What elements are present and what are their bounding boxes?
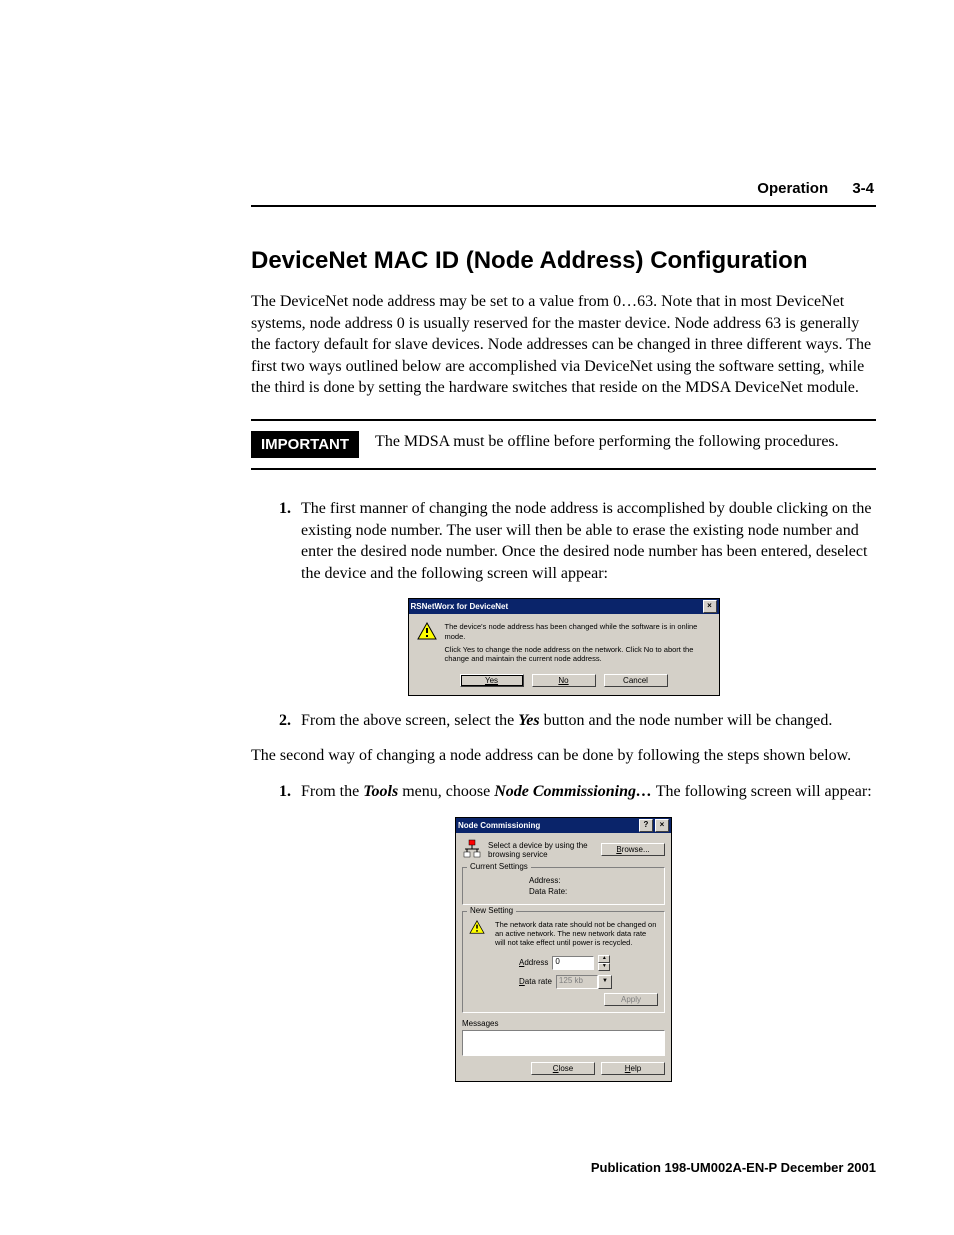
step-b1: From the Tools menu, choose Node Commiss…: [295, 781, 876, 803]
node-commissioning-dialog: Node Commissioning ? ×: [455, 817, 672, 1082]
current-settings-legend: Current Settings: [467, 862, 531, 871]
important-text: The MDSA must be offline before performi…: [375, 431, 839, 453]
intro-paragraph: The DeviceNet node address may be set to…: [251, 291, 876, 399]
address-spinner[interactable]: ▲▼: [598, 955, 610, 971]
page-header: Operation 3-4: [78, 180, 874, 197]
close-icon[interactable]: ×: [703, 600, 717, 613]
address-field-label: Address: [519, 958, 548, 967]
important-badge: IMPORTANT: [251, 431, 359, 458]
network-icon: [462, 839, 482, 861]
address-input[interactable]: 0: [552, 956, 594, 970]
step-a2: From the above screen, select the Yes bu…: [295, 710, 876, 732]
browse-button[interactable]: Browse...: [601, 843, 665, 856]
datarate-select[interactable]: 125 kb: [556, 975, 598, 989]
header-rule: [251, 205, 876, 207]
no-button[interactable]: No: [532, 674, 596, 687]
step-list-b: From the Tools menu, choose Node Commiss…: [251, 781, 876, 803]
datarate-field-label: Data rate: [519, 977, 552, 986]
messages-label: Messages: [462, 1019, 665, 1028]
new-setting-legend: New Setting: [467, 906, 516, 915]
dialog2-titlebar: Node Commissioning ? ×: [456, 818, 671, 833]
dialog1-message: The device's node address has been chang…: [445, 622, 711, 664]
publication-footer: Publication 198-UM002A-EN-P December 200…: [591, 1160, 876, 1175]
second-way-intro: The second way of changing a node addres…: [251, 745, 876, 767]
step-a1: The first manner of changing the node ad…: [295, 498, 876, 584]
current-address-label: Address:: [529, 876, 658, 885]
dialog2-title: Node Commissioning: [458, 821, 540, 830]
messages-box: [462, 1030, 665, 1056]
help-button[interactable]: Help: [601, 1062, 665, 1075]
section-title: DeviceNet MAC ID (Node Address) Configur…: [251, 247, 876, 275]
dialog1-line1: The device's node address has been chang…: [445, 622, 711, 641]
select-device-text: Select a device by using the browsing se…: [488, 841, 595, 859]
dialog1-line2: Click Yes to change the node address on …: [445, 645, 711, 664]
header-page: 3-4: [852, 180, 874, 197]
current-datarate-label: Data Rate:: [529, 887, 658, 896]
help-icon[interactable]: ?: [639, 819, 653, 832]
warning-icon: [469, 920, 489, 938]
new-setting-warning: The network data rate should not be chan…: [495, 920, 658, 947]
yes-button[interactable]: Yes: [460, 674, 524, 687]
step-list-a2: From the above screen, select the Yes bu…: [251, 710, 876, 732]
step-list-a: The first manner of changing the node ad…: [251, 498, 876, 584]
dialog1-titlebar: RSNetWorx for DeviceNet ×: [409, 599, 719, 614]
warning-icon: [417, 622, 437, 640]
new-setting-group: New Setting The network data rate should…: [462, 911, 665, 1013]
header-section: Operation: [757, 180, 828, 197]
important-callout: IMPORTANT The MDSA must be offline befor…: [251, 419, 876, 470]
apply-button[interactable]: Apply: [604, 993, 658, 1006]
dialog1-title: RSNetWorx for DeviceNet: [411, 602, 509, 611]
rsnetworx-dialog: RSNetWorx for DeviceNet × The device's n…: [408, 598, 720, 696]
current-settings-group: Current Settings Address: Data Rate:: [462, 867, 665, 905]
chevron-down-icon[interactable]: ▼: [598, 975, 612, 989]
cancel-button[interactable]: Cancel: [604, 674, 668, 687]
close-button[interactable]: Close: [531, 1062, 595, 1075]
close-icon[interactable]: ×: [655, 819, 669, 832]
